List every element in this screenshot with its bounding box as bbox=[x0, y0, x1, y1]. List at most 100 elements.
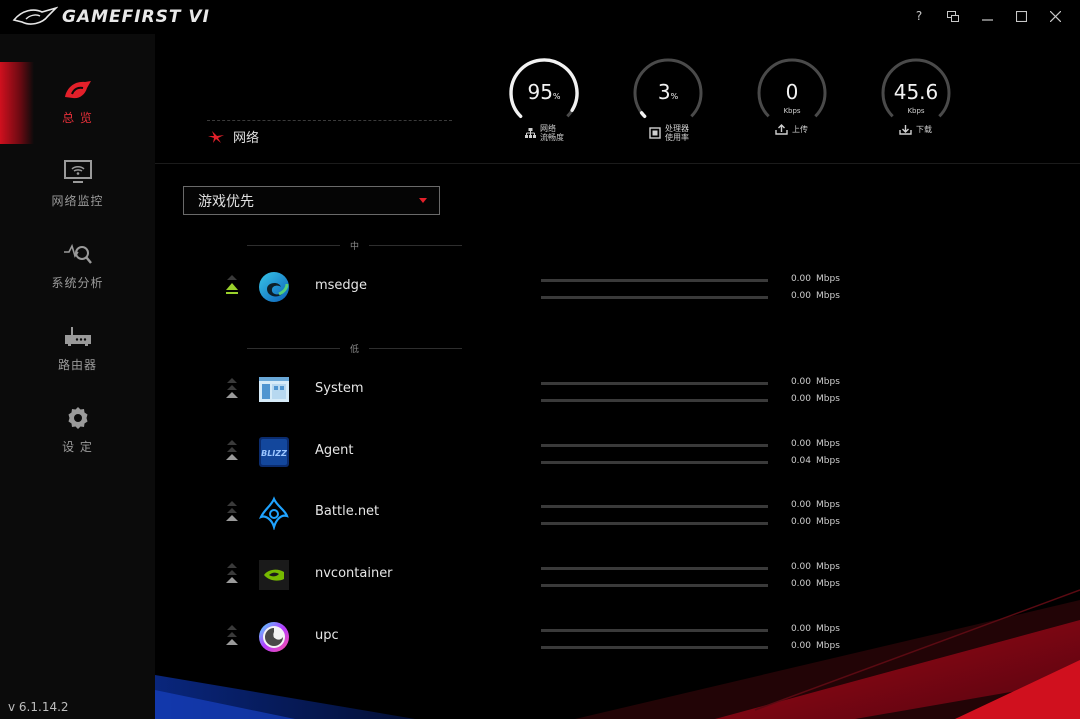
app-logo: GAMEFIRST VI bbox=[12, 6, 210, 28]
upload-bar bbox=[541, 567, 768, 570]
app-name: upc bbox=[315, 628, 339, 643]
ubisoft-icon bbox=[259, 622, 289, 652]
section-title: 网络 bbox=[207, 127, 259, 146]
sidebar-item-label: 总 览 bbox=[62, 110, 93, 125]
gauge-caption-text: 上传 bbox=[792, 125, 808, 134]
app-row-msedge: msedge 0.00 Mbps 0.00 Mbps bbox=[155, 262, 1080, 312]
gauge-caption: 上传 bbox=[775, 124, 808, 135]
maximize-button[interactable] bbox=[1014, 8, 1028, 24]
svg-text:BLIZZ: BLIZZ bbox=[261, 449, 287, 458]
gauge-caption: 网络 流畅度 bbox=[525, 124, 564, 142]
upload-rate: 0.00 bbox=[790, 562, 811, 572]
mini-mode-button[interactable] bbox=[946, 8, 960, 24]
app-row-battlenet: Battle.net 0.00 Mbps 0.00 Mbps bbox=[155, 488, 1080, 538]
gauge-unit: Kbps bbox=[907, 107, 925, 115]
blizzard-icon: BLIZZ bbox=[259, 437, 289, 467]
app-row-system: System 0.00 Mbps 0.00 Mbps bbox=[155, 365, 1080, 415]
rate-unit: Mbps bbox=[816, 517, 840, 527]
download-rate: 0.00 bbox=[790, 641, 811, 651]
app-name: Agent bbox=[315, 443, 354, 458]
rate-unit: Mbps bbox=[816, 562, 840, 572]
rate-unit: Mbps bbox=[816, 377, 840, 387]
edge-icon bbox=[259, 272, 289, 302]
rog-logo-icon bbox=[12, 6, 58, 25]
priority-toggle-icon[interactable] bbox=[225, 623, 239, 647]
divider bbox=[207, 120, 452, 121]
priority-toggle-icon[interactable] bbox=[225, 561, 239, 585]
priority-toggle-icon[interactable] bbox=[225, 499, 239, 523]
gauge-caption-text: 网络 流畅度 bbox=[540, 124, 564, 142]
download-bar bbox=[541, 522, 768, 525]
monitor-icon bbox=[63, 159, 92, 183]
minimize-button[interactable] bbox=[980, 8, 994, 24]
close-icon bbox=[1049, 10, 1061, 22]
help-button[interactable]: ? bbox=[912, 8, 926, 24]
app-name: msedge bbox=[315, 278, 367, 293]
download-bar bbox=[541, 399, 768, 402]
close-button[interactable] bbox=[1048, 8, 1062, 24]
section-title-text: 网络 bbox=[233, 131, 260, 146]
battlenet-icon bbox=[258, 496, 289, 530]
chevron-down-icon bbox=[419, 198, 427, 203]
router-icon bbox=[64, 326, 91, 346]
sidebar-item-label: 网络监控 bbox=[51, 193, 104, 208]
rate-unit: Mbps bbox=[816, 500, 840, 510]
rate-unit: Mbps bbox=[816, 394, 840, 404]
priority-toggle-icon[interactable] bbox=[225, 376, 239, 400]
gauge-caption-text: 处理器 使用率 bbox=[665, 124, 689, 142]
app-row-upc: upc 0.00 Mbps 0.00 Mbps bbox=[155, 612, 1080, 662]
upload-rate: 0.00 bbox=[790, 439, 811, 449]
download-rate: 0.00 bbox=[790, 579, 811, 589]
download-icon bbox=[899, 125, 912, 135]
sidebar-item-network-monitor[interactable]: 网络监控 bbox=[0, 144, 155, 224]
sidebar-item-router[interactable]: 路由器 bbox=[0, 308, 155, 388]
gauge-fill bbox=[639, 111, 647, 119]
sidebar-item-label: 设 定 bbox=[62, 439, 93, 454]
rate-unit: Mbps bbox=[816, 579, 840, 589]
upload-bar bbox=[541, 279, 768, 282]
rate-unit: Mbps bbox=[816, 274, 840, 284]
gauge-unit: Kbps bbox=[783, 107, 801, 115]
priority-group-medium: 中 bbox=[247, 240, 462, 252]
rog-overview-icon bbox=[64, 80, 91, 98]
sidebar-item-overview[interactable]: 总 览 bbox=[0, 62, 155, 142]
gauge-caption-text: 下载 bbox=[916, 125, 932, 134]
rate-unit: Mbps bbox=[816, 456, 840, 466]
app-name: System bbox=[315, 381, 364, 396]
priority-toggle-icon[interactable] bbox=[225, 438, 239, 462]
sidebar-item-label: 路由器 bbox=[57, 357, 97, 372]
gauge-value: 95% bbox=[527, 80, 561, 104]
priority-toggle-icon[interactable] bbox=[225, 273, 239, 297]
window-controls: ? bbox=[912, 8, 1062, 24]
upload-bar bbox=[541, 505, 768, 508]
download-bar bbox=[541, 461, 768, 464]
gauge-value: 0 bbox=[785, 80, 799, 104]
download-bar bbox=[541, 584, 768, 587]
sidebar: 总 览 网络监控 系统分析 路由器 设 定 v 6.1.14.2 bbox=[0, 34, 155, 719]
download-bar bbox=[541, 296, 768, 299]
priority-mode-value: 游戏优先 bbox=[198, 193, 254, 210]
app-name: nvcontainer bbox=[315, 566, 393, 581]
gauge-caption: 下载 bbox=[899, 124, 932, 135]
upload-bar bbox=[541, 382, 768, 385]
gauge-value: 3% bbox=[657, 80, 679, 104]
priority-mode-select[interactable]: 游戏优先 bbox=[183, 186, 440, 215]
gauge-download: 45.6 Kbps 下载 bbox=[879, 56, 959, 146]
app-version: v 6.1.14.2 bbox=[8, 700, 69, 714]
download-rate: 0.00 bbox=[790, 517, 811, 527]
sidebar-item-system-analysis[interactable]: 系统分析 bbox=[0, 226, 155, 306]
upload-icon bbox=[775, 124, 788, 135]
priority-group-label: 中 bbox=[349, 242, 359, 252]
app-row-nvcontainer: nvcontainer 0.00 Mbps 0.00 Mbps bbox=[155, 550, 1080, 600]
rog-network-icon bbox=[208, 130, 224, 143]
download-rate: 0.00 bbox=[790, 394, 811, 404]
upload-rate: 0.00 bbox=[790, 274, 811, 284]
gauge-network-smoothness: 95% 网络 流畅度 bbox=[507, 56, 587, 146]
maximize-icon bbox=[1015, 10, 1027, 22]
sidebar-item-settings[interactable]: 设 定 bbox=[0, 390, 155, 470]
app-row-agent: BLIZZ Agent 0.00 Mbps 0.04 Mbps bbox=[155, 427, 1080, 477]
minimize-icon bbox=[981, 18, 993, 21]
nvidia-icon bbox=[259, 560, 289, 590]
analysis-search-icon bbox=[63, 243, 92, 264]
cpu-icon bbox=[649, 127, 661, 139]
